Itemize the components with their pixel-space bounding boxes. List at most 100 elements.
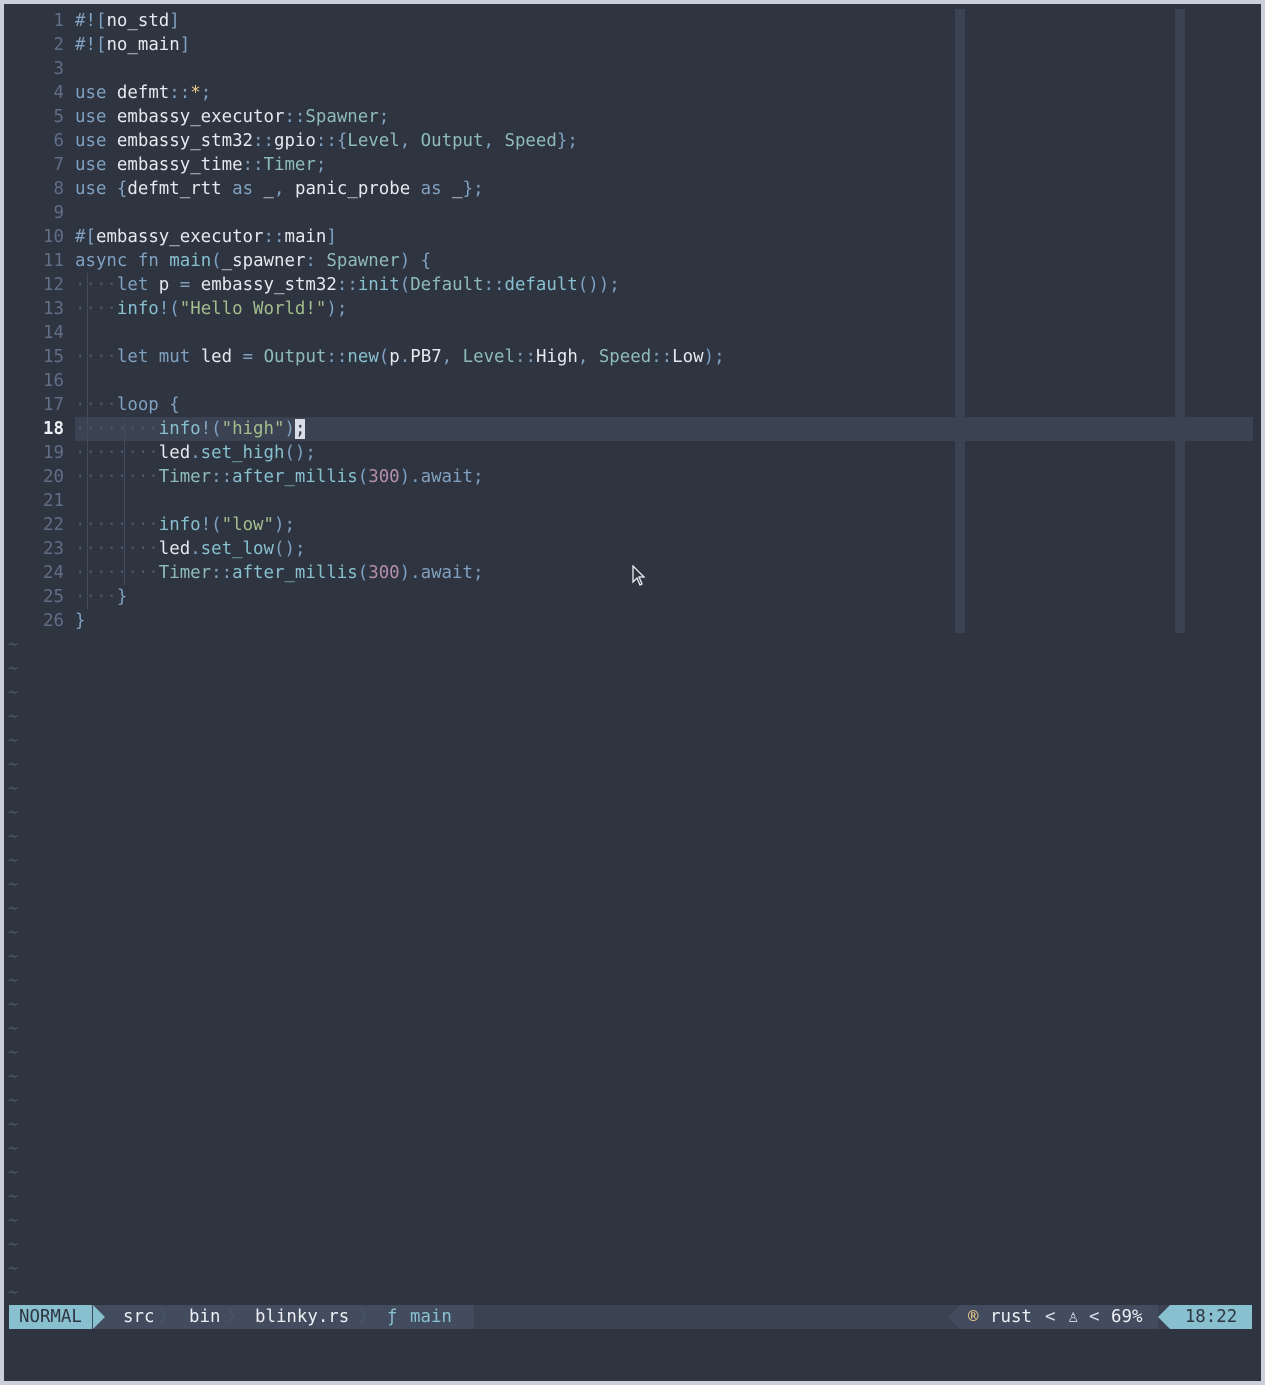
line-text[interactable] [75, 489, 1253, 513]
line-number: 22 [43, 515, 64, 535]
statusline-thin-separator: < [1045, 1307, 1056, 1327]
line-number: 12 [43, 275, 64, 295]
line-number: 5 [53, 107, 64, 127]
statusline-separator [948, 1305, 960, 1329]
line-text[interactable]: use embassy_executor::Spawner; [75, 105, 1253, 129]
line-text[interactable]: ········Timer::after_millis(300).await; [75, 465, 1253, 489]
empty-line-tilde: ~ [8, 851, 19, 871]
breadcrumb-symbol[interactable]: main [410, 1305, 452, 1329]
empty-line-tilde: ~ [8, 707, 19, 727]
code-line[interactable]: 25 ····} [4, 585, 1261, 609]
code-line[interactable]: 26} [4, 609, 1261, 633]
code-line[interactable]: 16 [4, 369, 1261, 393]
code-line[interactable]: 15 ····let mut led = Output::new(p.PB7, L… [4, 345, 1261, 369]
empty-line-tilde: ~ [8, 1019, 19, 1039]
line-text[interactable]: ········Timer::after_millis(300).await; [75, 561, 1253, 585]
code-line[interactable]: 17 ····loop { [4, 393, 1261, 417]
line-number: 17 [43, 395, 64, 415]
empty-line-tilde: ~ [8, 971, 19, 991]
code-line[interactable]: 12 ····let p = embassy_stm32::init(Defaul… [4, 273, 1261, 297]
line-text[interactable]: #![no_main] [75, 33, 1253, 57]
empty-line-tilde: ~ [8, 1163, 19, 1183]
line-text[interactable]: async fn main(_spawner: Spawner) { [75, 249, 1253, 273]
line-text[interactable]: #[embassy_executor::main] [75, 225, 1253, 249]
code-line[interactable]: 1 #![no_std] [4, 9, 1261, 33]
line-number: 19 [43, 443, 64, 463]
code-line[interactable]: 18 ········info!("high"); [4, 417, 1261, 441]
line-number: 25 [43, 587, 64, 607]
empty-line-tilde: ~ [8, 659, 19, 679]
line-text[interactable]: ········led.set_low(); [75, 537, 1253, 561]
line-text[interactable] [75, 201, 1253, 225]
code-line[interactable]: 19 ········led.set_high(); [4, 441, 1261, 465]
line-text[interactable]: ····let p = embassy_stm32::init(Default:… [75, 273, 1253, 297]
code-line[interactable]: 14 [4, 321, 1261, 345]
function-icon: ƒ [387, 1307, 398, 1327]
empty-line-tilde: ~ [8, 1139, 19, 1159]
empty-line-tilde: ~ [8, 1283, 19, 1303]
line-text[interactable]: ········info!("high"); [75, 417, 1253, 441]
empty-line-tilde: ~ [8, 1067, 19, 1087]
line-number: 18 [43, 419, 64, 439]
code-line[interactable]: 22 ········info!("low"); [4, 513, 1261, 537]
code-line[interactable]: 21 [4, 489, 1261, 513]
code-line[interactable]: 4 use defmt::*; [4, 81, 1261, 105]
code-line[interactable]: 6 use embassy_stm32::gpio::{Level, Output… [4, 129, 1261, 153]
breadcrumb-src[interactable]: src [123, 1305, 154, 1329]
empty-line-tilde: ~ [8, 683, 19, 703]
line-number: 15 [43, 347, 64, 367]
line-text[interactable]: } [75, 609, 1253, 633]
line-number: 3 [53, 59, 64, 79]
code-line[interactable]: 8 use {defmt_rtt as _, panic_probe as _}; [4, 177, 1261, 201]
empty-line-tilde: ~ [8, 995, 19, 1015]
line-text[interactable] [75, 321, 1253, 345]
linux-icon: ♙ [1068, 1307, 1079, 1327]
empty-line-tilde: ~ [8, 1211, 19, 1231]
code-line[interactable]: 10 #[embassy_executor::main] [4, 225, 1261, 249]
code-line[interactable]: 9 [4, 201, 1261, 225]
breadcrumb-file[interactable]: blinky.rs [255, 1305, 349, 1329]
position-separator-arrow [1158, 1305, 1170, 1329]
empty-line-tilde: ~ [8, 875, 19, 895]
empty-line-tilde: ~ [8, 1091, 19, 1111]
rust-icon: ® [968, 1307, 979, 1327]
line-text[interactable]: use defmt::*; [75, 81, 1253, 105]
empty-line-tilde: ~ [8, 1043, 19, 1063]
mode-indicator: NORMAL [9, 1305, 92, 1329]
line-text[interactable]: ········led.set_high(); [75, 441, 1253, 465]
line-number: 23 [43, 539, 64, 559]
line-text[interactable]: use {defmt_rtt as _, panic_probe as _}; [75, 177, 1253, 201]
code-line[interactable]: 3 [4, 57, 1261, 81]
code-line[interactable]: 7 use embassy_time::Timer; [4, 153, 1261, 177]
empty-line-tilde: ~ [8, 779, 19, 799]
line-number: 24 [43, 563, 64, 583]
empty-line-tilde: ~ [8, 635, 19, 655]
line-number: 9 [53, 203, 64, 223]
code-line[interactable]: 11 async fn main(_spawner: Spawner) { [4, 249, 1261, 273]
line-number: 14 [43, 323, 64, 343]
line-text[interactable] [75, 369, 1253, 393]
cursor-position: 18:22 [1170, 1305, 1252, 1329]
empty-line-tilde: ~ [8, 1115, 19, 1135]
line-text[interactable]: ····} [75, 585, 1253, 609]
line-text[interactable]: ········info!("low"); [75, 513, 1253, 537]
code-line[interactable]: 5 use embassy_executor::Spawner; [4, 105, 1261, 129]
line-text[interactable]: ····loop { [75, 393, 1253, 417]
statusline-thin-separator: < [1089, 1307, 1100, 1327]
line-text[interactable] [75, 57, 1253, 81]
line-number: 20 [43, 467, 64, 487]
line-number: 2 [53, 35, 64, 55]
line-number: 13 [43, 299, 64, 319]
line-text[interactable]: ····let mut led = Output::new(p.PB7, Lev… [75, 345, 1253, 369]
line-text[interactable]: #![no_std] [75, 9, 1253, 33]
line-number: 6 [53, 131, 64, 151]
code-line[interactable]: 2 #![no_main] [4, 33, 1261, 57]
editor-window[interactable]: 1 #![no_std] 2 #![no_main] 3 4 use defmt::*; 5 u… [4, 4, 1261, 1381]
line-text[interactable]: ····info!("Hello World!"); [75, 297, 1253, 321]
code-line[interactable]: 13 ····info!("Hello World!"); [4, 297, 1261, 321]
line-text[interactable]: use embassy_time::Timer; [75, 153, 1253, 177]
line-text[interactable]: use embassy_stm32::gpio::{Level, Output,… [75, 129, 1253, 153]
breadcrumb-bin[interactable]: bin [189, 1305, 220, 1329]
code-line[interactable]: 20 ········Timer::after_millis(300).await… [4, 465, 1261, 489]
code-line[interactable]: 23 ········led.set_low(); [4, 537, 1261, 561]
